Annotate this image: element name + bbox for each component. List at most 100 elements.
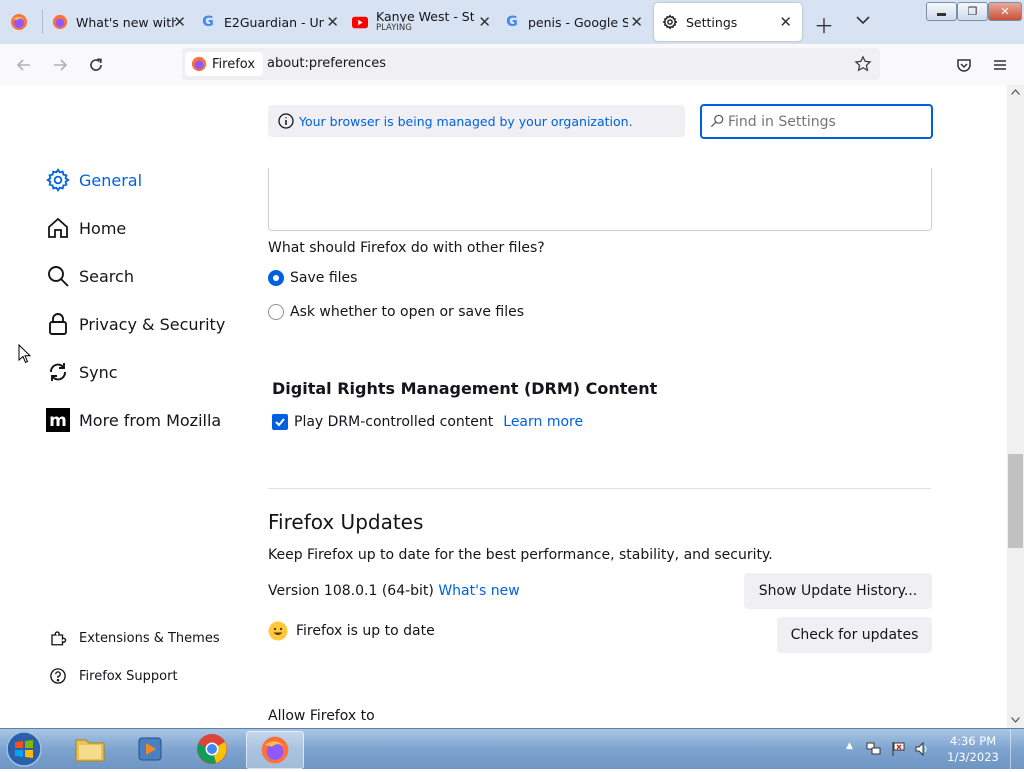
new-tab-button[interactable]: ＋ — [814, 10, 834, 39]
start-button[interactable] — [4, 730, 44, 768]
radio-checked[interactable] — [268, 270, 284, 286]
ask-open-save-label: Ask whether to open or save files — [290, 304, 525, 320]
radio-unchecked[interactable] — [268, 304, 284, 320]
url-bar[interactable]: Firefox about:preferences — [182, 48, 880, 80]
check-for-updates-button[interactable]: Check for updates — [777, 617, 932, 653]
search-input-container[interactable] — [700, 104, 933, 139]
taskbar-chrome-button[interactable] — [184, 731, 240, 767]
close-tab-icon[interactable]: ✕ — [630, 13, 643, 31]
minimize-icon — [937, 13, 946, 16]
updates-heading: Firefox Updates — [268, 510, 424, 534]
taskbar-firefox-button[interactable] — [246, 731, 304, 769]
save-files-label: Save files — [290, 270, 358, 286]
close-window-button[interactable]: ✕ — [988, 2, 1022, 21]
firefox-icon — [52, 14, 68, 30]
vertical-scrollbar[interactable] — [1007, 85, 1024, 728]
restore-icon: ❐ — [967, 5, 978, 18]
search-icon — [46, 264, 70, 288]
taskbar-media-player-button[interactable] — [122, 731, 178, 767]
close-tab-icon[interactable]: ✕ — [779, 13, 792, 31]
forward-arrow-icon — [54, 59, 68, 71]
folder-icon — [75, 739, 105, 762]
app-menu-button[interactable] — [989, 54, 1011, 76]
action-center-flag-icon[interactable] — [891, 741, 907, 761]
bookmark-star-button[interactable] — [854, 55, 872, 77]
sidebar-item-label: Privacy & Security — [79, 314, 226, 334]
sidebar-item-search[interactable]: Search — [46, 264, 134, 288]
section-divider — [268, 488, 931, 489]
tab-title: Settings — [686, 14, 738, 30]
gear-icon — [46, 168, 70, 192]
info-icon — [278, 113, 294, 129]
sync-icon — [46, 360, 70, 384]
whats-new-link[interactable]: What's new — [438, 583, 519, 599]
help-icon — [46, 664, 70, 688]
drm-checkbox[interactable] — [272, 414, 288, 430]
version-row: Version 108.0.1 (64-bit) What's new — [268, 583, 520, 599]
tab-whats-new[interactable]: What's new with Fi ✕ — [52, 3, 192, 41]
drm-checkbox-row[interactable]: Play DRM-controlled content Learn more — [272, 414, 583, 430]
identity-label: Firefox — [212, 56, 256, 72]
firefox-view-button[interactable] — [10, 13, 28, 31]
clock[interactable]: 4:36 PM 1/3/2023 — [945, 733, 1001, 765]
sidebar-item-general[interactable]: General — [46, 168, 142, 192]
applications-list[interactable] — [268, 168, 932, 231]
tab-title: What's new with Fi — [76, 14, 176, 30]
back-button[interactable] — [13, 54, 35, 76]
sidebar-item-label: Search — [79, 266, 134, 286]
taskbar-explorer-button[interactable] — [62, 731, 118, 767]
google-icon: G — [202, 14, 214, 30]
sidebar-item-label: Home — [79, 218, 127, 238]
url-text[interactable]: about:preferences — [267, 56, 386, 71]
search-icon — [710, 114, 724, 128]
show-hidden-icons-button[interactable]: ▲ — [846, 741, 853, 751]
checkmark-icon — [275, 418, 285, 427]
reload-button[interactable] — [85, 54, 107, 76]
sidebar-item-more-from-mozilla[interactable]: m More from Mozilla — [46, 408, 221, 432]
star-icon — [854, 55, 872, 72]
list-all-tabs-button[interactable] — [855, 12, 871, 32]
close-tab-icon[interactable]: ✕ — [478, 13, 491, 31]
tab-settings[interactable]: Settings ✕ — [654, 3, 802, 41]
update-status-text: Firefox is up to date — [296, 623, 435, 639]
windows-logo-icon — [6, 731, 42, 767]
close-tab-icon[interactable]: ✕ — [326, 13, 339, 31]
back-arrow-icon — [16, 59, 30, 71]
sidebar-item-label: More from Mozilla — [79, 410, 222, 430]
clock-date: 1/3/2023 — [947, 750, 999, 764]
firefox-icon — [191, 56, 207, 72]
ask-open-save-radio-row[interactable]: Ask whether to open or save files — [268, 304, 524, 320]
playing-badge: PLAYING — [376, 22, 412, 33]
search-input[interactable] — [726, 110, 926, 134]
managed-notice-link[interactable]: Your browser is being managed by your or… — [299, 114, 633, 129]
other-files-question: What should Firefox do with other files? — [268, 240, 545, 256]
home-icon — [46, 216, 70, 240]
mouse-cursor-icon — [18, 344, 32, 364]
minimize-button[interactable] — [926, 2, 957, 21]
forward-button[interactable] — [49, 54, 71, 76]
show-desktop-button[interactable] — [1010, 729, 1024, 769]
pocket-button[interactable] — [953, 54, 975, 76]
update-status-row: Firefox is up to date — [268, 621, 435, 641]
chrome-icon — [197, 734, 227, 764]
show-update-history-button[interactable]: Show Update History... — [744, 573, 932, 609]
sidebar-firefox-support[interactable]: Firefox Support — [46, 664, 178, 688]
tab-kanye-west[interactable]: Kanye West - Stron PLAYING ✕ — [352, 3, 497, 41]
restore-button[interactable]: ❐ — [957, 2, 988, 21]
scrollbar-thumb[interactable] — [1008, 454, 1023, 548]
drm-learn-more-link[interactable]: Learn more — [503, 414, 583, 430]
sidebar-item-privacy[interactable]: Privacy & Security — [46, 312, 225, 336]
sidebar-item-label: General — [79, 170, 143, 190]
sidebar-item-home[interactable]: Home — [46, 216, 126, 240]
identity-box[interactable]: Firefox — [185, 52, 264, 76]
tab-e2guardian[interactable]: G E2Guardian - Unab ✕ — [200, 3, 345, 41]
volume-icon[interactable] — [914, 741, 930, 761]
tab-google-search[interactable]: G penis - Google Sea ✕ — [504, 3, 649, 41]
save-files-radio-row[interactable]: Save files — [268, 270, 357, 286]
scroll-up-arrow-icon[interactable] — [1011, 89, 1020, 95]
sidebar-extensions-themes[interactable]: Extensions & Themes — [46, 626, 220, 650]
sidebar-item-sync[interactable]: Sync — [46, 360, 118, 384]
close-tab-icon[interactable]: ✕ — [173, 13, 186, 31]
network-icon[interactable] — [866, 741, 882, 761]
scroll-down-arrow-icon[interactable] — [1011, 717, 1020, 723]
